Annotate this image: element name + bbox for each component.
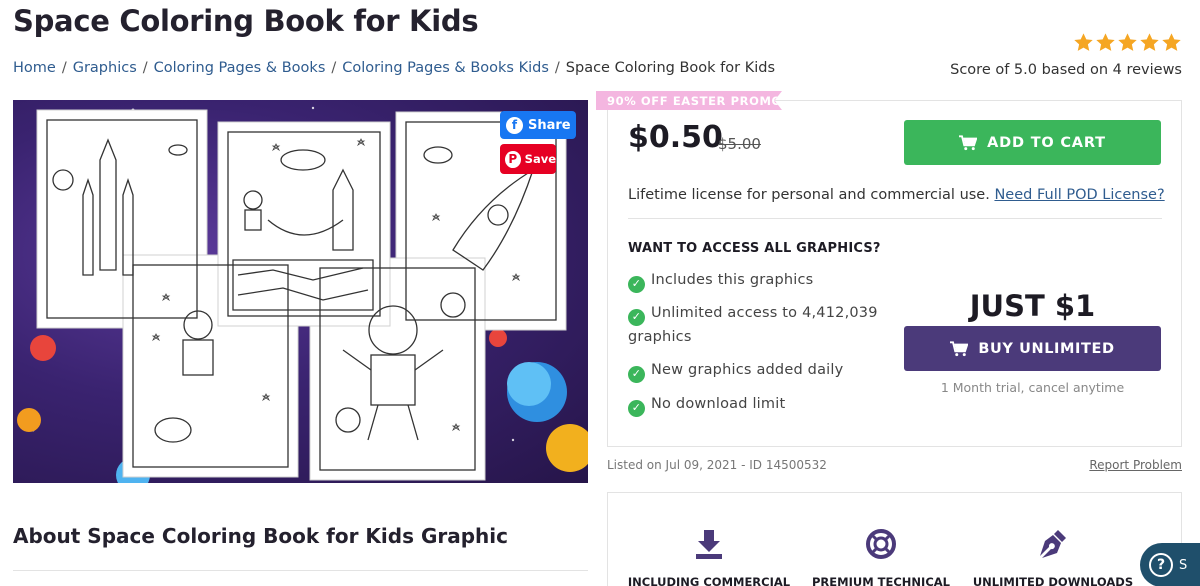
feature-label: No download limit bbox=[651, 396, 786, 412]
breadcrumb-separator: / bbox=[142, 60, 148, 76]
trial-note: 1 Month trial, cancel anytime bbox=[940, 380, 1125, 395]
feature-label: graphics bbox=[628, 329, 692, 345]
promo-badge: 90% OFF EASTER PROMO bbox=[596, 91, 782, 110]
access-heading: WANT TO ACCESS ALL GRAPHICS? bbox=[628, 241, 881, 256]
lifebuoy-icon bbox=[866, 529, 896, 559]
star-icon bbox=[1162, 33, 1181, 51]
star-rating[interactable] bbox=[950, 32, 1182, 53]
add-to-cart-label: ADD TO CART bbox=[987, 134, 1106, 151]
feature-item: ✓ Includes this graphics bbox=[628, 268, 813, 293]
breadcrumb-separator: / bbox=[331, 60, 337, 76]
about-heading: About Space Coloring Book for Kids Graph… bbox=[13, 524, 508, 548]
breadcrumb-current: Space Coloring Book for Kids bbox=[565, 60, 776, 76]
listing-info: Listed on Jul 09, 2021 - ID 14500532 bbox=[607, 458, 827, 472]
feature-item-continued: graphics bbox=[628, 325, 692, 349]
feature-item: ✓ New graphics added daily bbox=[628, 358, 843, 383]
check-icon: ✓ bbox=[628, 365, 645, 383]
feature-item: ✓ No download limit bbox=[628, 392, 785, 417]
divider bbox=[13, 570, 588, 571]
add-to-cart-button[interactable]: ADD TO CART bbox=[904, 120, 1161, 165]
feature-label: New graphics added daily bbox=[651, 362, 844, 378]
rating: Score of 5.0 based on 4 reviews bbox=[950, 32, 1182, 78]
star-icon bbox=[1140, 33, 1159, 51]
perk-technical: PREMIUM TECHNICAL bbox=[796, 528, 966, 586]
divider bbox=[628, 218, 1162, 219]
feature-item: ✓ Unlimited access to 4,412,039 bbox=[628, 301, 878, 326]
check-icon: ✓ bbox=[628, 275, 645, 293]
buy-unlimited-label: BUY UNLIMITED bbox=[978, 340, 1115, 357]
facebook-icon: f bbox=[506, 116, 523, 134]
feature-label: Unlimited access to 4,412,039 bbox=[651, 305, 878, 321]
breadcrumb: Home / Graphics / Coloring Pages & Books / Col… bbox=[13, 60, 775, 76]
breadcrumb-graphics[interactable]: Graphics bbox=[73, 60, 137, 76]
perk-commercial: INCLUDING COMMERCIAL bbox=[624, 528, 794, 586]
star-icon bbox=[1096, 33, 1115, 51]
page-title: Space Coloring Book for Kids bbox=[13, 4, 479, 38]
pinterest-icon: P bbox=[505, 150, 521, 168]
breadcrumb-coloring-pages-kids[interactable]: Coloring Pages & Books Kids bbox=[342, 60, 549, 76]
download-icon bbox=[696, 530, 722, 559]
license-description: Lifetime license for personal and commer… bbox=[628, 187, 990, 203]
star-icon bbox=[1118, 33, 1137, 51]
perk-downloads: UNLIMITED DOWNLOADS bbox=[968, 528, 1138, 586]
question-icon: ? bbox=[1149, 553, 1173, 577]
rating-score: Score of 5.0 based on 4 reviews bbox=[950, 62, 1182, 78]
cart-icon bbox=[950, 340, 969, 356]
perk-label: INCLUDING COMMERCIAL bbox=[627, 575, 791, 586]
cart-icon bbox=[959, 134, 978, 150]
share-label: Share bbox=[528, 117, 571, 133]
pinterest-save-button[interactable]: P Save bbox=[500, 144, 556, 174]
check-icon: ✓ bbox=[628, 399, 645, 417]
feature-label: Includes this graphics bbox=[651, 272, 814, 288]
help-label: S bbox=[1179, 557, 1188, 573]
original-price: $5.00 bbox=[718, 135, 761, 153]
unlimited-price: JUST $1 bbox=[969, 289, 1096, 323]
report-problem-link[interactable]: Report Problem bbox=[1089, 458, 1182, 472]
save-label: Save bbox=[524, 152, 556, 166]
breadcrumb-separator: / bbox=[61, 60, 67, 76]
facebook-share-button[interactable]: f Share bbox=[500, 111, 576, 139]
perk-label: UNLIMITED DOWNLOADS bbox=[972, 575, 1134, 586]
pen-nib-icon bbox=[1040, 530, 1066, 558]
sale-price: $0.50 bbox=[628, 120, 723, 155]
license-text: Lifetime license for personal and commer… bbox=[628, 187, 1165, 203]
check-icon: ✓ bbox=[628, 308, 645, 326]
breadcrumb-coloring-pages[interactable]: Coloring Pages & Books bbox=[154, 60, 326, 76]
star-icon bbox=[1074, 33, 1093, 51]
product-preview-image[interactable]: f Share P Save bbox=[13, 100, 588, 483]
breadcrumb-home[interactable]: Home bbox=[13, 60, 56, 76]
full-pod-license-link[interactable]: Need Full POD License? bbox=[994, 187, 1164, 203]
breadcrumb-separator: / bbox=[554, 60, 560, 76]
buy-unlimited-button[interactable]: BUY UNLIMITED bbox=[904, 326, 1161, 371]
perk-label: PREMIUM TECHNICAL bbox=[812, 575, 950, 586]
help-chat-button[interactable]: ? S bbox=[1140, 543, 1200, 586]
